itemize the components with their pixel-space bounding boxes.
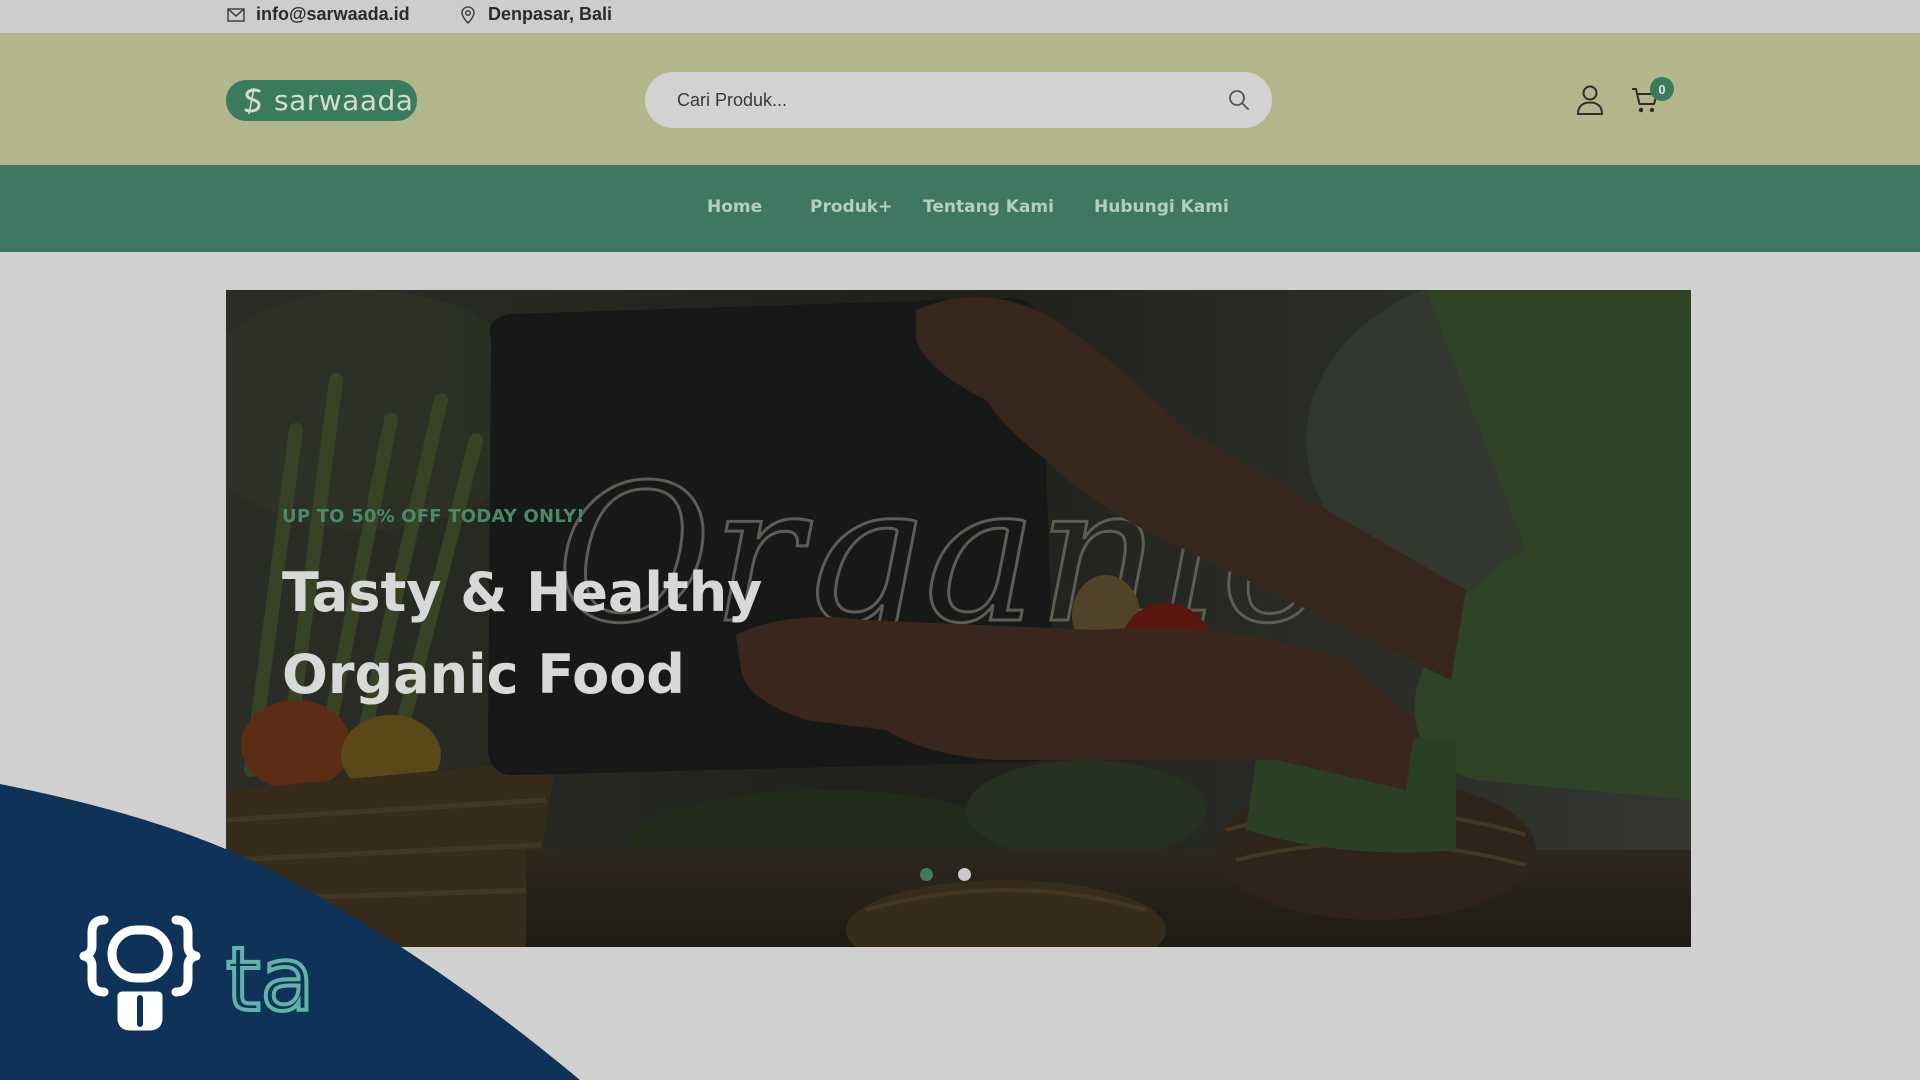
nav-item-produk[interactable]: Produk+ [810, 197, 892, 217]
hero-title-line-2: Organic Food [282, 643, 685, 706]
site-header: sarwaada 0 [0, 33, 1920, 165]
slider-dot-2[interactable] [958, 868, 971, 881]
map-pin-icon [461, 5, 475, 24]
cart-count-badge: 0 [1650, 77, 1674, 101]
account-button[interactable] [1576, 84, 1604, 116]
contact-email[interactable]: info@sarwaada.id [226, 4, 410, 25]
search-icon [1229, 90, 1249, 110]
site-logo[interactable]: sarwaada [226, 80, 417, 121]
hero-title: Tasty & Healthy Organic Food [282, 552, 762, 716]
top-info-bar: info@sarwaada.id Denpasar, Bali [0, 0, 1920, 33]
user-icon [1576, 85, 1604, 115]
nav-item-tentang-kami[interactable]: Tentang Kami [923, 197, 1054, 217]
mail-icon [227, 7, 245, 22]
nav-item-home[interactable]: Home [707, 197, 762, 217]
brand-overlay: ta [0, 784, 580, 1080]
hero-promo-text: UP TO 50% OFF TODAY ONLY! [282, 506, 585, 527]
search-button[interactable] [1224, 85, 1254, 115]
slider-dot-1[interactable] [920, 868, 933, 881]
logo-mark-icon [244, 87, 261, 114]
contact-location: Denpasar, Bali [458, 4, 612, 25]
main-nav: Home Produk+ Tentang Kami Hubungi Kami [0, 165, 1920, 252]
nav-item-hubungi-kami[interactable]: Hubungi Kami [1094, 197, 1229, 217]
contact-email-text: info@sarwaada.id [256, 4, 410, 24]
hero-title-line-1: Tasty & Healthy [282, 561, 763, 624]
overlay-logo-text: ta [226, 928, 314, 1031]
search-bar [645, 72, 1272, 128]
contact-location-text: Denpasar, Bali [488, 4, 613, 24]
search-input[interactable] [645, 72, 1205, 128]
logo-text: sarwaada [274, 84, 414, 117]
